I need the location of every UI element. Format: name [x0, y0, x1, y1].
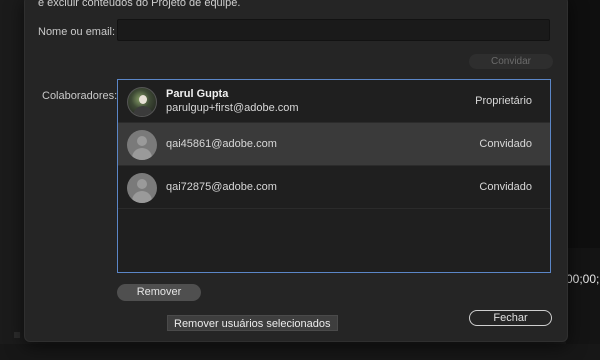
generic-user-icon	[127, 173, 157, 203]
collaborator-email: parulgup+first@adobe.com	[166, 102, 299, 114]
collaborators-list[interactable]: Parul Gupta parulgup+first@adobe.com Pro…	[117, 79, 551, 273]
collaborator-row[interactable]: Parul Gupta parulgup+first@adobe.com Pro…	[118, 80, 550, 123]
background-panel: 00;00;	[566, 0, 600, 360]
collaborator-row[interactable]: qai45861@adobe.com Convidado	[118, 123, 550, 166]
invite-button[interactable]: Convidar	[469, 54, 553, 69]
email-field[interactable]	[117, 19, 550, 41]
collaborator-role: Proprietário	[475, 95, 532, 107]
collaborator-role: Convidado	[479, 138, 532, 150]
remove-button[interactable]: Remover	[117, 284, 201, 301]
remove-tooltip: Remover usuários selecionados	[167, 315, 338, 331]
collaborator-email: qai45861@adobe.com	[166, 138, 277, 150]
collaborator-email: qai72875@adobe.com	[166, 181, 277, 193]
generic-user-icon	[127, 130, 157, 160]
collaborator-row[interactable]: qai72875@adobe.com Convidado	[118, 166, 550, 209]
avatar	[127, 87, 157, 117]
email-label: Nome ou email:	[38, 26, 116, 38]
collaborator-name: Parul Gupta	[166, 88, 229, 100]
dialog-intro-text: e excluir conteúdos do Projeto de equipe…	[38, 0, 241, 9]
close-button[interactable]: Fechar	[469, 310, 552, 326]
background-icon	[14, 332, 20, 338]
background-bottom-bar	[0, 344, 600, 360]
timecode-display: 00;00;	[566, 272, 600, 286]
collaborator-role: Convidado	[479, 181, 532, 193]
collaborators-label: Colaboradores:	[42, 90, 118, 102]
background-panel-top	[566, 0, 600, 248]
share-project-dialog: e excluir conteúdos do Projeto de equipe…	[24, 0, 568, 342]
